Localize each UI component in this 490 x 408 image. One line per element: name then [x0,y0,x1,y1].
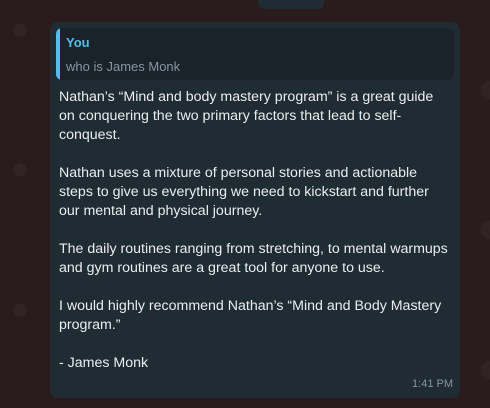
message-paragraph: Nathan uses a mixture of personal storie… [59,165,429,219]
message-signature: - James Monk [59,355,149,371]
quoted-author: You [66,35,90,50]
previous-message-edge [258,0,324,9]
message-paragraph: The daily routines ranging from stretchi… [59,241,448,276]
message-timestamp: 1:41 PM [412,378,453,390]
message-bubble[interactable]: You who is James Monk Nathan’s “Mind and… [50,22,460,398]
quoted-message[interactable]: You who is James Monk [56,28,454,80]
message-paragraph: Nathan’s “Mind and body mastery program”… [59,89,434,143]
message-paragraph: I would highly recommend Nathan’s “Mind … [59,298,442,333]
quoted-text: who is James Monk [66,59,181,74]
quote-accent-bar [56,28,60,80]
message-body: Nathan’s “Mind and body mastery program”… [56,80,454,373]
